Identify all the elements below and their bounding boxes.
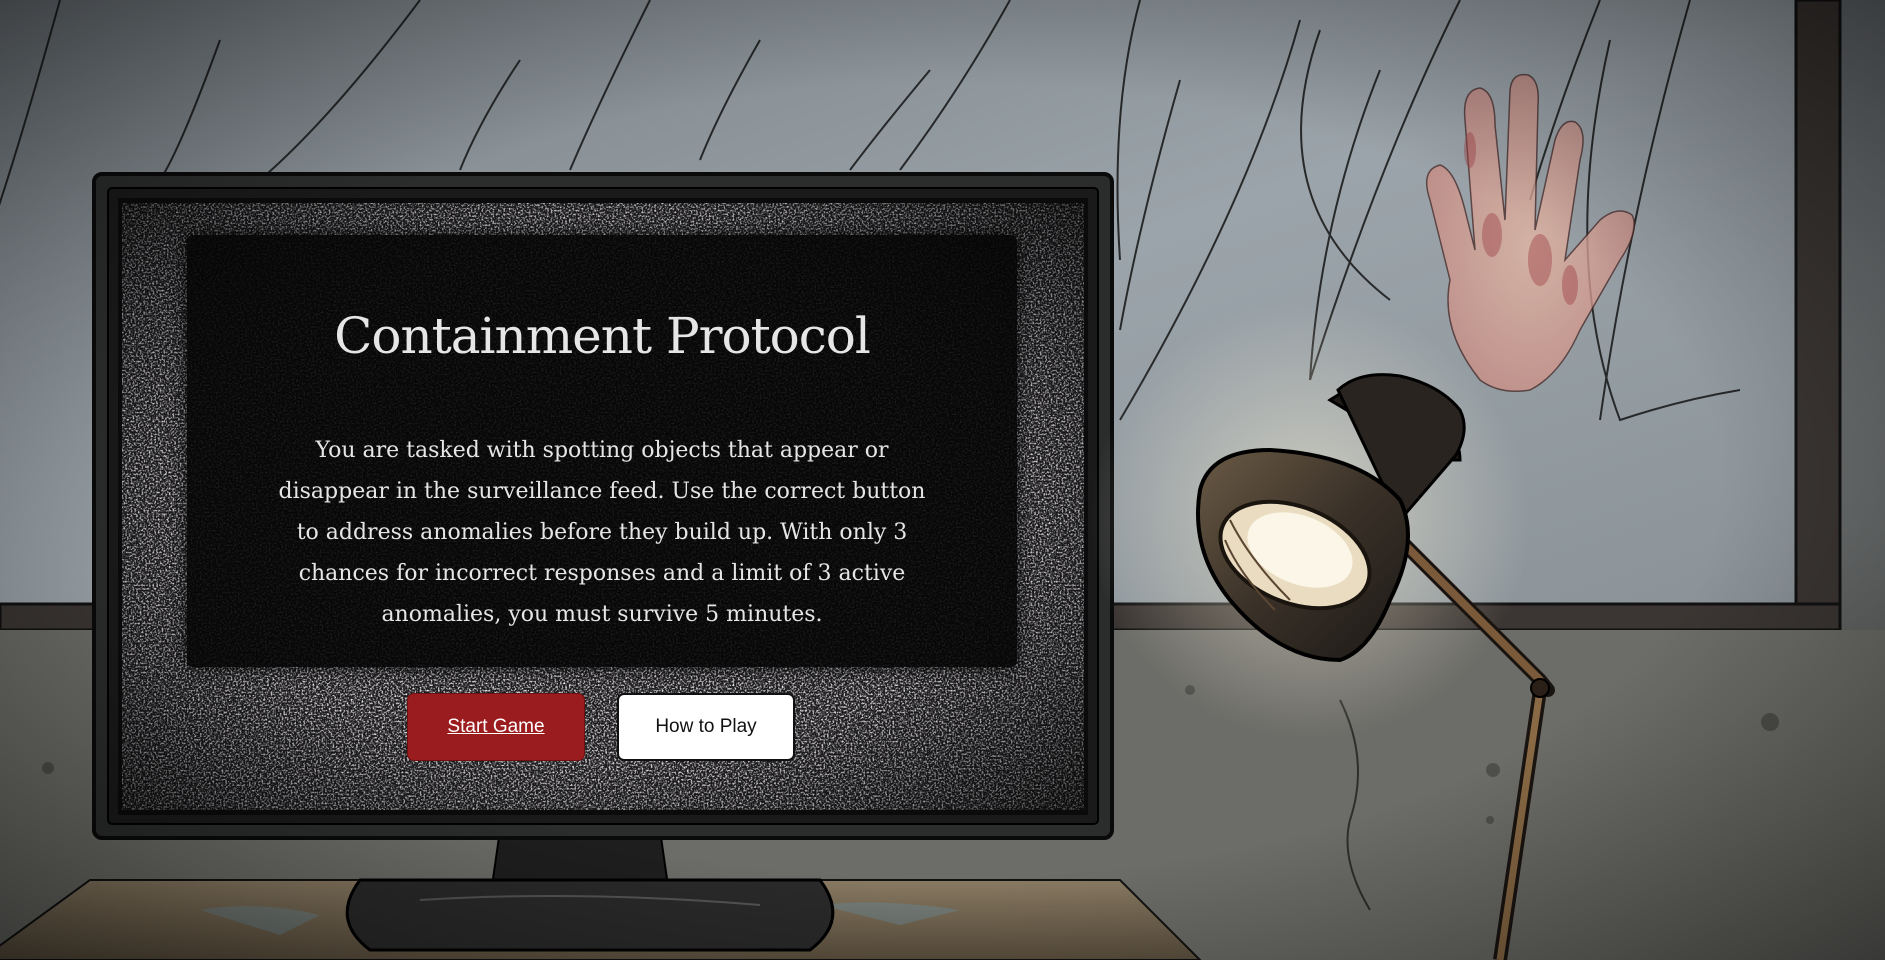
briefing-panel: Containment Protocol You are tasked with…	[187, 235, 1017, 667]
game-scene: Containment Protocol You are tasked with…	[0, 0, 1885, 960]
game-title: Containment Protocol	[334, 307, 871, 365]
menu-buttons: Start Game How to Play	[122, 693, 1084, 763]
game-description: You are tasked with spotting objects tha…	[278, 438, 926, 627]
monitor-screen: Containment Protocol You are tasked with…	[122, 203, 1084, 810]
how-to-play-button[interactable]: How to Play	[617, 693, 795, 761]
start-game-button[interactable]: Start Game	[407, 693, 585, 761]
